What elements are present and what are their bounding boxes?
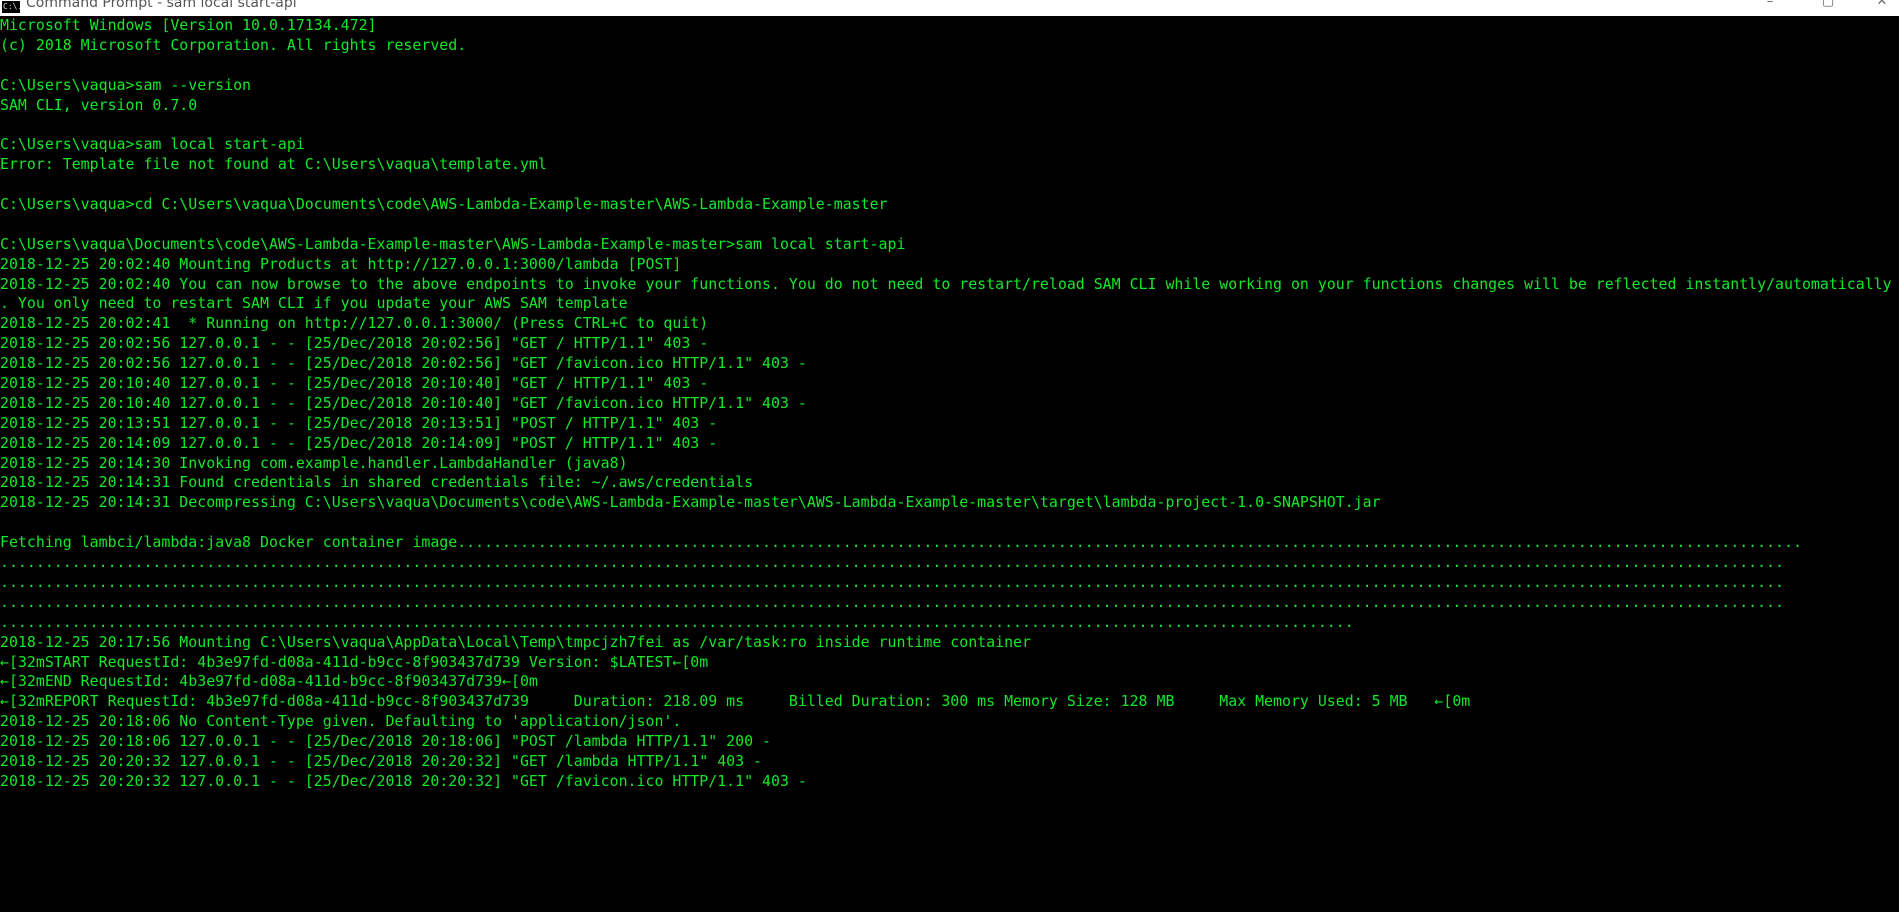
console-line: 2018-12-25 20:14:31 Decompressing C:\Use…	[0, 493, 1381, 512]
console-line: Error: Template file not found at C:\Use…	[0, 155, 547, 174]
console-line: ........................................…	[0, 612, 1354, 631]
console-line: C:\Users\vaqua>sam --version	[0, 75, 252, 94]
command-prompt-window: C:\. Command Prompt - sam local start-ap…	[0, 0, 1899, 912]
console-line: 2018-12-25 20:17:56 Mounting C:\Users\va…	[0, 632, 1031, 651]
console-line: 2018-12-25 20:02:40 Mounting Products at…	[0, 254, 682, 273]
console-line: 2018-12-25 20:20:32 127.0.0.1 - - [25/De…	[0, 771, 807, 790]
console-line: C:\Users\vaqua\Documents\code\AWS-Lambda…	[0, 234, 906, 253]
close-button[interactable]: ✕	[1864, 0, 1899, 15]
console-line: 2018-12-25 20:14:31 Found credentials in…	[0, 473, 754, 492]
console-line: 2018-12-25 20:14:30 Invoking com.example…	[0, 453, 628, 472]
console-line: 2018-12-25 20:20:32 127.0.0.1 - - [25/De…	[0, 751, 763, 770]
console-line: 2018-12-25 20:10:40 127.0.0.1 - - [25/De…	[0, 374, 709, 393]
window-title: Command Prompt - sam local start-api	[26, 0, 297, 11]
minimize-button[interactable]: –	[1752, 0, 1788, 15]
maximize-button[interactable]: ▢	[1810, 0, 1846, 15]
title-bar[interactable]: C:\. Command Prompt - sam local start-ap…	[0, 0, 1899, 17]
console-line: (c) 2018 Microsoft Corporation. All righ…	[0, 35, 467, 54]
cmd-icon: C:\.	[2, 1, 20, 13]
console-line: ←[32mEND RequestId: 4b3e97fd-d08a-411d-b…	[0, 672, 538, 691]
console-line: ........................................…	[0, 572, 1785, 591]
console-line: C:\Users\vaqua>cd C:\Users\vaqua\Documen…	[0, 195, 888, 214]
console-line: 2018-12-25 20:14:09 127.0.0.1 - - [25/De…	[0, 433, 718, 452]
console-line: 2018-12-25 20:13:51 127.0.0.1 - - [25/De…	[0, 413, 718, 432]
console-line: Microsoft Windows [Version 10.0.17134.47…	[0, 16, 377, 34]
console-line: 2018-12-25 20:02:56 127.0.0.1 - - [25/De…	[0, 334, 709, 353]
console-line: . You only need to restart SAM CLI if yo…	[0, 294, 628, 313]
console-line: Fetching lambci/lambda:java8 Docker cont…	[0, 533, 1802, 552]
console-line: C:\Users\vaqua>sam local start-api	[0, 135, 305, 154]
console-line: 2018-12-25 20:02:56 127.0.0.1 - - [25/De…	[0, 354, 807, 373]
console-line: 2018-12-25 20:02:41 * Running on http://…	[0, 314, 709, 333]
console-output[interactable]: Microsoft Windows [Version 10.0.17134.47…	[0, 16, 1899, 912]
console-line: ←[32mREPORT RequestId: 4b3e97fd-d08a-411…	[0, 692, 1471, 711]
console-line: 2018-12-25 20:18:06 No Content-Type give…	[0, 712, 682, 731]
console-line: 2018-12-25 20:02:40 You can now browse t…	[0, 274, 1892, 293]
console-line: ........................................…	[0, 553, 1785, 572]
console-line: 2018-12-25 20:10:40 127.0.0.1 - - [25/De…	[0, 393, 807, 412]
console-line: ........................................…	[0, 592, 1785, 611]
console-line: 2018-12-25 20:18:06 127.0.0.1 - - [25/De…	[0, 732, 771, 751]
console-line: SAM CLI, version 0.7.0	[0, 95, 198, 114]
console-line: ←[32mSTART RequestId: 4b3e97fd-d08a-411d…	[0, 652, 709, 671]
